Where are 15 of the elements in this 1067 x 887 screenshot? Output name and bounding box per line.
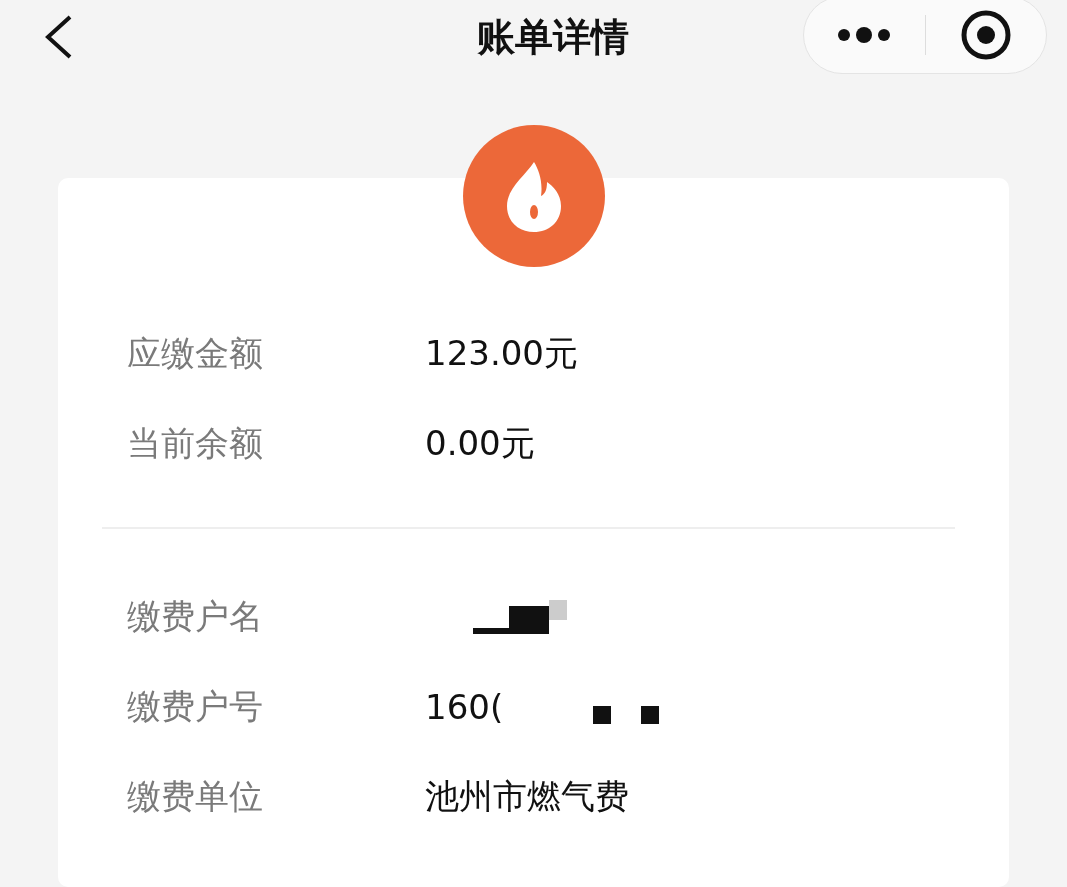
redaction-mark — [593, 706, 612, 724]
field-label: 缴费户号 — [127, 685, 264, 728]
redaction-mark — [641, 706, 660, 724]
close-icon[interactable] — [959, 9, 1012, 61]
field-value: 160( — [425, 687, 504, 727]
field-label: 缴费单位 — [127, 775, 264, 818]
field-label: 缴费户名 — [127, 595, 264, 638]
field-label: 当前余额 — [127, 422, 264, 465]
field-value: 池州市燃气费 — [425, 775, 629, 818]
field-value: 0.00元 — [425, 422, 535, 465]
flame-icon — [504, 160, 563, 232]
more-icon[interactable] — [836, 27, 893, 43]
field-label: 应缴金额 — [127, 332, 264, 375]
page-title: 账单详情 — [476, 13, 629, 61]
field-value: 123.00元 — [425, 332, 578, 375]
